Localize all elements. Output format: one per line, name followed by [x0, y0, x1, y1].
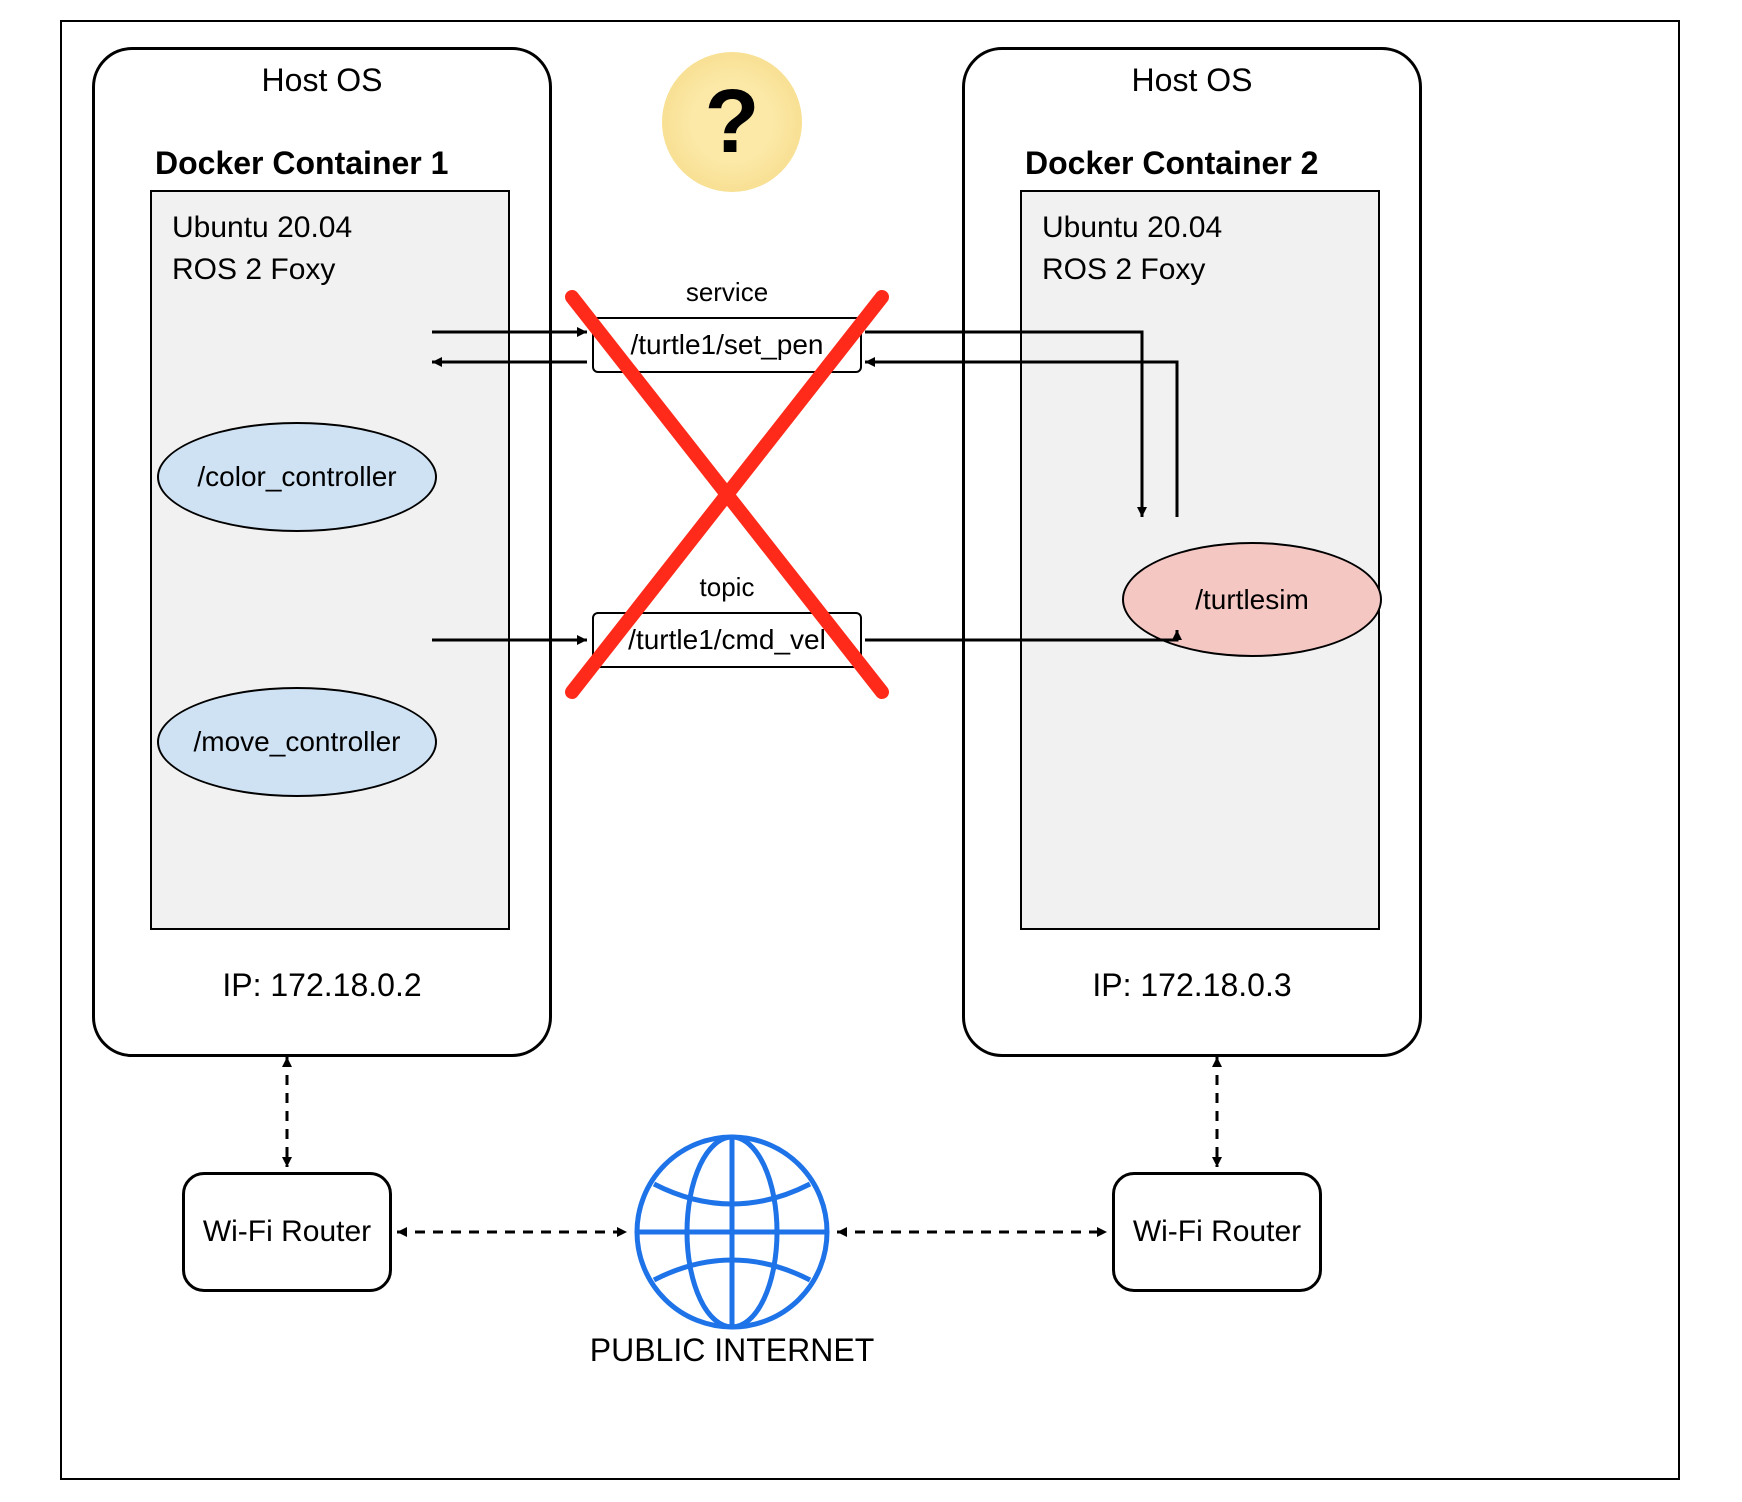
globe-icon — [637, 1137, 827, 1327]
host2-ip: IP: 172.18.0.3 — [965, 967, 1419, 1004]
service-label: service — [592, 277, 862, 308]
node-color-controller: /color_controller — [157, 422, 437, 532]
container2-inner: Ubuntu 20.04 ROS 2 Foxy /turtlesim — [1020, 190, 1380, 930]
question-mark-icon: ? — [662, 52, 802, 192]
container1-ros: ROS 2 Foxy — [172, 249, 488, 291]
public-internet-label: PUBLIC INTERNET — [532, 1332, 932, 1369]
container1-label: Docker Container 1 — [155, 145, 448, 182]
host2-title: Host OS — [965, 62, 1419, 99]
container2-label: Docker Container 2 — [1025, 145, 1318, 182]
topic-label: topic — [592, 572, 862, 603]
container1-inner: Ubuntu 20.04 ROS 2 Foxy /color_controlle… — [150, 190, 510, 930]
container1-os-info: Ubuntu 20.04 ROS 2 Foxy — [152, 192, 508, 306]
container2-os-info: Ubuntu 20.04 ROS 2 Foxy — [1022, 192, 1378, 306]
container2-os: Ubuntu 20.04 — [1042, 207, 1358, 249]
container2-ros: ROS 2 Foxy — [1042, 249, 1358, 291]
host1-ip: IP: 172.18.0.2 — [95, 967, 549, 1004]
host-os-2: Host OS Docker Container 2 Ubuntu 20.04 … — [962, 47, 1422, 1057]
topic-box: /turtle1/cmd_vel — [592, 612, 862, 668]
wifi-router-2: Wi-Fi Router — [1112, 1172, 1322, 1292]
service-box: /turtle1/set_pen — [592, 317, 862, 373]
diagram-canvas: Host OS Docker Container 1 Ubuntu 20.04 … — [60, 20, 1680, 1480]
wifi-router-1: Wi-Fi Router — [182, 1172, 392, 1292]
node-move-controller: /move_controller — [157, 687, 437, 797]
container1-os: Ubuntu 20.04 — [172, 207, 488, 249]
host1-title: Host OS — [95, 62, 549, 99]
node-turtlesim: /turtlesim — [1122, 542, 1382, 657]
host-os-1: Host OS Docker Container 1 Ubuntu 20.04 … — [92, 47, 552, 1057]
